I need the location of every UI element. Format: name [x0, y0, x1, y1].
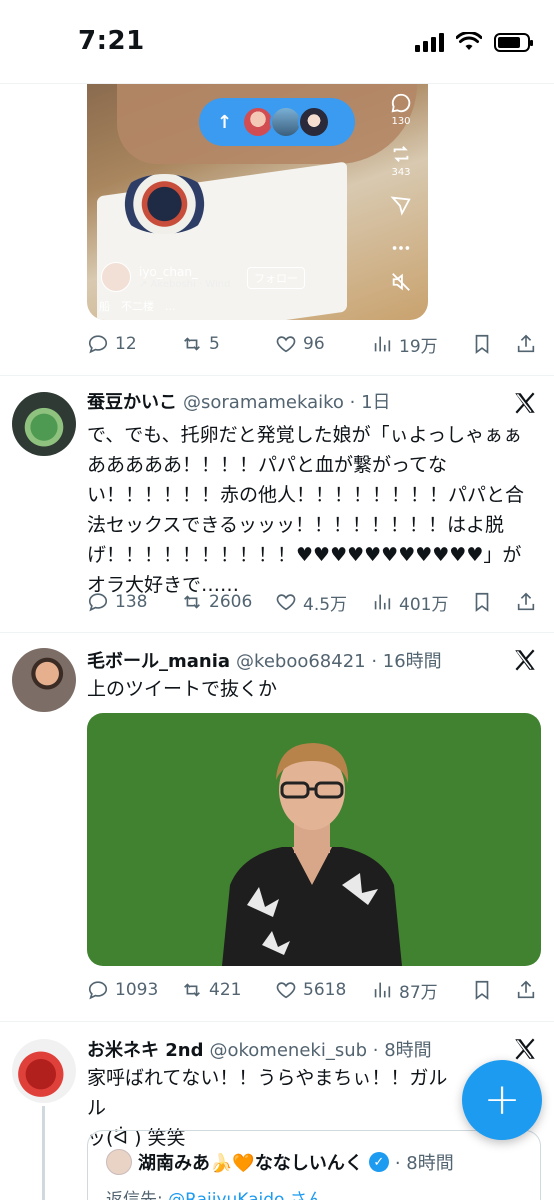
- share-button[interactable]: [515, 979, 541, 1001]
- status-icons: [415, 30, 533, 54]
- tweet-handle-time[interactable]: @soramamekaiko · 1日: [183, 388, 391, 414]
- bookmark-button[interactable]: [471, 979, 515, 1001]
- avatar[interactable]: [12, 392, 76, 456]
- x-logo-icon: [515, 1038, 535, 1060]
- new-posts-button[interactable]: ↑: [199, 98, 355, 146]
- video-username: iyo_chan_: [139, 264, 198, 279]
- tweet-author-name[interactable]: お米ネキ 2nd: [87, 1036, 204, 1062]
- quote-avatar: [106, 1149, 132, 1175]
- avatar[interactable]: [12, 648, 76, 712]
- tweet-actions: 1093 421 5618 87万: [87, 975, 542, 1005]
- views-icon: [374, 982, 391, 998]
- divider: [0, 1021, 554, 1022]
- share-icon: [517, 980, 535, 999]
- bookmark-icon: [475, 592, 489, 612]
- bookmark-icon: [475, 334, 489, 354]
- repost-button[interactable]: 421: [181, 979, 275, 1001]
- tweet-header: お米ネキ 2nd @okomeneki_sub · 8時間: [87, 1036, 432, 1062]
- person-image: [222, 743, 402, 966]
- divider: [0, 632, 554, 633]
- compose-button[interactable]: +: [462, 1060, 542, 1140]
- video-comment-count: 130: [391, 116, 411, 127]
- status-time: 7:21: [78, 26, 145, 56]
- tweet-text: で、でも、托卵だと発覚した娘が「ぃよっしゃぁぁあああああ！！！！パパと血が繋がっ…: [87, 424, 525, 596]
- reply-icon: [88, 593, 108, 612]
- status-bar: 7:21: [0, 0, 554, 84]
- quote-header: 湖南みあ🍌🧡ななしいんく ✓ · 8時間: [106, 1149, 454, 1175]
- repost-button[interactable]: 5: [181, 333, 275, 355]
- tweet-author-name[interactable]: 蚕豆かいこ: [87, 388, 177, 414]
- views-icon: [374, 594, 391, 610]
- share-button[interactable]: [515, 333, 541, 355]
- video-follow-button[interactable]: フォロー: [247, 267, 305, 289]
- repost-icon: [184, 337, 200, 351]
- more-icon[interactable]: [390, 237, 412, 259]
- bookmark-icon: [475, 980, 489, 1000]
- quoted-tweet[interactable]: 湖南みあ🍌🧡ななしいんく ✓ · 8時間 返信先: @RaijyuKaido さ…: [87, 1130, 541, 1200]
- heart-icon: [276, 336, 296, 353]
- send-icon[interactable]: [390, 194, 412, 216]
- heart-icon: [276, 982, 296, 999]
- video-music: ↗ Akeboshi · Wind: [139, 278, 231, 290]
- video-author[interactable]: iyo_chan_ ↗ Akeboshi · Wind: [101, 262, 230, 292]
- avatar[interactable]: [12, 1039, 76, 1103]
- x-logo-icon: [515, 392, 535, 414]
- repost-icon: [184, 595, 200, 609]
- reply-icon: [88, 335, 108, 354]
- share-icon: [517, 334, 535, 353]
- reply-button[interactable]: 138: [87, 591, 181, 613]
- tweet-text: 上のツイートで抜くか: [87, 678, 278, 700]
- tweet-handle-time[interactable]: @okomeneki_sub · 8時間: [210, 1036, 432, 1062]
- bookmark-button[interactable]: [471, 333, 515, 355]
- wifi-icon: [456, 32, 482, 50]
- like-button[interactable]: 4.5万: [275, 590, 371, 615]
- views-button[interactable]: 19万: [371, 332, 471, 357]
- video-caption: 船 不二楼 ...: [99, 300, 176, 313]
- tweet-header: 蚕豆かいこ @soramamekaiko · 1日: [87, 388, 391, 414]
- repost-icon: [184, 983, 200, 997]
- divider: [0, 375, 554, 376]
- video-repost-count: 343: [391, 167, 411, 178]
- views-button[interactable]: 401万: [371, 590, 471, 615]
- battery-icon: [494, 32, 533, 52]
- x-logo-icon: [515, 649, 535, 671]
- plus-icon: +: [483, 1074, 521, 1125]
- new-post-avatar: [298, 106, 331, 138]
- reply-button[interactable]: 1093: [87, 979, 181, 1001]
- repost-button[interactable]: 2606: [181, 591, 275, 613]
- repost-icon[interactable]: [390, 143, 412, 165]
- quote-author-name: 湖南みあ🍌🧡ななしいんく: [138, 1153, 363, 1174]
- bookmark-button[interactable]: [471, 591, 515, 613]
- video-side-actions: 130 343: [388, 92, 414, 293]
- tweet-image[interactable]: [87, 713, 541, 966]
- quote-time: · 8時間: [394, 1153, 454, 1174]
- reply-button[interactable]: 12: [87, 333, 181, 355]
- like-button[interactable]: 96: [275, 333, 371, 355]
- video-post-actions: 12 5 96 19万: [87, 329, 542, 359]
- share-icon: [517, 592, 535, 611]
- reply-mention-link[interactable]: @RaijyuKaido さん: [168, 1190, 324, 1200]
- views-icon: [374, 336, 391, 352]
- tweet-actions: 138 2606 4.5万 401万: [87, 587, 542, 617]
- tweet-header: 毛ボール_mania @keboo68421 · 16時間: [87, 647, 442, 673]
- comment-icon[interactable]: [390, 92, 412, 114]
- verified-badge-icon: ✓: [368, 1152, 389, 1172]
- share-button[interactable]: [515, 591, 541, 613]
- thread-line: [42, 1106, 45, 1200]
- mute-icon[interactable]: [390, 271, 412, 293]
- tweet-author-name[interactable]: 毛ボール_mania: [87, 647, 230, 673]
- cellular-signal-icon: [415, 32, 444, 52]
- video-author-avatar: [101, 262, 131, 292]
- reply-icon: [88, 981, 108, 1000]
- views-button[interactable]: 87万: [371, 978, 471, 1003]
- tweet-handle-time[interactable]: @keboo68421 · 16時間: [236, 647, 442, 673]
- arrow-up-icon: ↑: [217, 111, 233, 133]
- quote-reply-to: 返信先: @RaijyuKaido さん: [106, 1185, 324, 1200]
- like-button[interactable]: 5618: [275, 979, 371, 1001]
- heart-icon: [276, 594, 296, 611]
